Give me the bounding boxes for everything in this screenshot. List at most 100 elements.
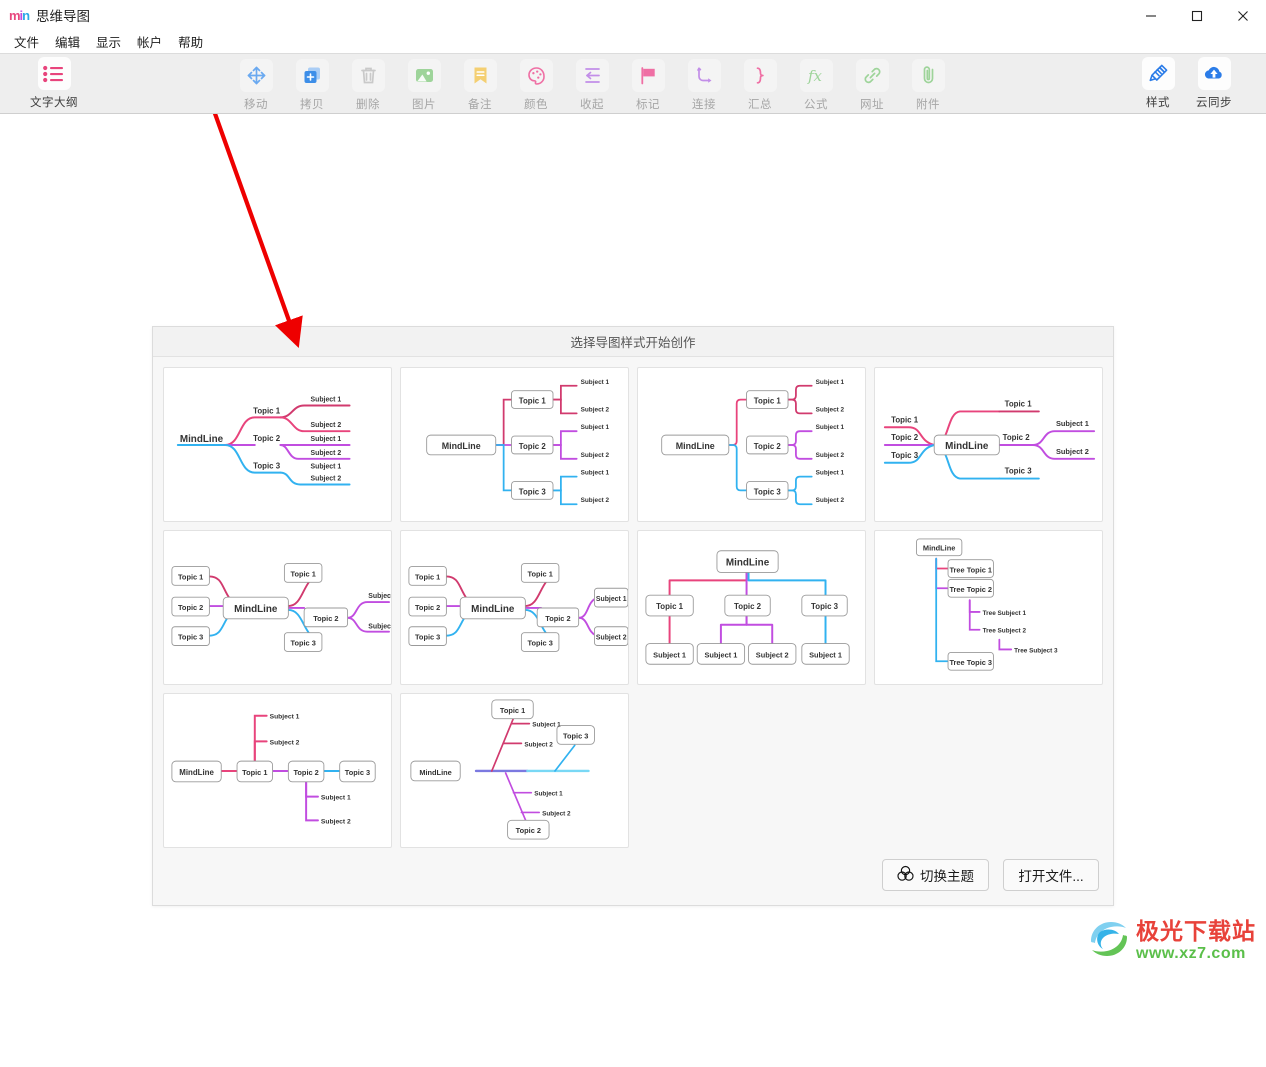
node-subject-1: Subject 1 (311, 397, 342, 404)
title-bar: min 思维导图 (0, 0, 1266, 31)
node-subject-1: Subject 1 (816, 379, 845, 386)
toolbar-label-url: 网址 (860, 99, 884, 111)
template-card-two-sided-boxed-a[interactable]: Topic 1 Topic 2 Topic 3 MindLine Topic 1… (163, 530, 392, 685)
node-subject-1: Subject 1 (581, 379, 610, 386)
node-subject-6: Subject 2 (311, 476, 342, 483)
toolbar-button-flag[interactable]: 标记 (620, 59, 676, 112)
node-subject-5: Subject 1 (311, 464, 342, 471)
toolbar-label-delete: 删除 (356, 99, 380, 111)
switch-theme-button[interactable]: 切换主题 (882, 859, 989, 891)
node-root: MindLine (676, 441, 715, 451)
window-controls (1128, 0, 1266, 31)
toolbar-label-image: 图片 (412, 99, 436, 111)
node-topic-2: Topic 2 (754, 442, 782, 451)
toolbar-button-summary[interactable]: 汇总 (732, 59, 788, 112)
node-topic-3: Topic 3 (519, 487, 547, 496)
toolbar-button-outline[interactable]: 文字大纲 (26, 57, 82, 110)
note-icon (463, 59, 497, 92)
node-left-topic-3: Topic 3 (891, 451, 919, 460)
toolbar-button-url[interactable]: 网址 (844, 59, 900, 112)
node-subject-5: Subject 1 (816, 470, 845, 477)
node-right-topic-3: Topic 3 (1005, 467, 1033, 476)
node-subject-3: Subject 1 (816, 424, 845, 431)
template-card-right-curve-free[interactable]: MindLine Topic 1 Topic 2 Topic 3 Subject… (163, 367, 392, 522)
open-file-label: 打开文件... (1018, 869, 1084, 884)
toolbar-button-note[interactable]: 备注 (452, 59, 508, 112)
node-topic-2: Tree Topic 2 (949, 585, 992, 594)
toolbar-button-formula[interactable]: fx 公式 (788, 59, 844, 112)
node-topic-1: Tree Topic 1 (949, 565, 992, 574)
toolbar-button-color[interactable]: 颜色 (508, 59, 564, 112)
toolbar-label-outline: 文字大纲 (30, 97, 78, 109)
copy-icon (295, 59, 329, 92)
toolbar-button-delete[interactable]: 删除 (340, 59, 396, 112)
node-right-topic-2: Topic 2 (545, 614, 570, 623)
menu-edit[interactable]: 编辑 (47, 30, 88, 53)
node-topic-2: Topic 2 (519, 442, 547, 451)
toolbar-button-copy[interactable]: 拷贝 (284, 59, 340, 112)
svg-text:fx: fx (807, 67, 823, 85)
template-card-two-sided-curve-free[interactable]: MindLine Topic 1 Topic 2 Topic 3 Topic 1… (874, 367, 1103, 522)
template-panel-title: 选择导图样式开始创作 (153, 327, 1113, 357)
toolbar-button-collapse[interactable]: 收起 (564, 59, 620, 112)
node-subject-4: Subject 2 (816, 452, 845, 459)
toolbar-label-move: 移动 (244, 99, 268, 111)
watermark-text: 极光下载站 www.xz7.com (1136, 919, 1256, 962)
node-left-topic-1: Topic 1 (178, 572, 203, 581)
template-card-logic-tree[interactable]: MindLine Tree Topic 1 Tree Topic 2 Tree … (874, 530, 1103, 685)
app-logo-letter-3: n (22, 7, 30, 23)
toolbar-label-formula: 公式 (804, 99, 828, 111)
template-selection-panel: 选择导图样式开始创作 MindLine Topic 1 Topic 2 Topi… (152, 326, 1114, 906)
menu-help[interactable]: 帮助 (170, 30, 211, 53)
template-panel-footer: 切换主题 打开文件... (882, 859, 1099, 891)
toolbar-button-attachment[interactable]: 附件 (900, 59, 956, 112)
minimize-button[interactable] (1128, 0, 1174, 31)
cloud-sync-icon (1197, 57, 1231, 90)
node-subject-2: Subject 2 (581, 406, 610, 413)
template-card-timeline[interactable]: MindLine Topic 1 Topic 2 Topic 3 Subject… (163, 693, 392, 848)
toolbar-button-image[interactable]: 图片 (396, 59, 452, 112)
node-subject-2: Tree Subject 2 (983, 628, 1027, 635)
node-subject-6: Subject 2 (581, 497, 610, 504)
template-grid: MindLine Topic 1 Topic 2 Topic 3 Subject… (153, 357, 1113, 848)
formula-fx-icon: fx (799, 59, 833, 92)
node-subject-1: Subject 1 (596, 596, 627, 603)
menu-account[interactable]: 帐户 (129, 30, 170, 53)
node-subject-4: Subject 2 (542, 810, 571, 817)
template-card-right-boxed-rounded[interactable]: MindLine Topic 1 Topic 2 Topic 3 Subject… (637, 367, 866, 522)
open-file-button[interactable]: 打开文件... (1003, 859, 1099, 891)
close-button[interactable] (1220, 0, 1266, 31)
toolbar-label-attachment: 附件 (916, 99, 940, 111)
toolbar-button-connect[interactable]: 连接 (676, 59, 732, 112)
node-right-topic-1: Topic 1 (290, 569, 315, 578)
template-card-right-boxed-square[interactable]: MindLine Topic 1 Topic 2 Topic 3 Subject… (400, 367, 629, 522)
toolbar-button-cloud-sync[interactable]: 云同步 (1186, 57, 1242, 110)
menu-file[interactable]: 文件 (6, 30, 47, 53)
template-card-two-sided-boxed-b[interactable]: Topic 1 Topic 2 Topic 3 MindLine Topic 1… (400, 530, 629, 685)
node-topic-2: Topic 2 (516, 826, 541, 835)
venn-circles-icon (897, 865, 914, 885)
template-card-org-chart[interactable]: MindLine Topic 1 Topic 2 Topic 3 Subject… (637, 530, 866, 685)
link-icon (855, 59, 889, 92)
node-left-topic-1: Topic 1 (415, 572, 440, 581)
node-root: MindLine (179, 768, 214, 777)
app-logo-letter-1: m (8, 7, 21, 23)
palette-icon (519, 59, 553, 92)
aurora-swoosh-logo-icon (1086, 915, 1132, 966)
node-right-topic-2: Topic 2 (313, 614, 338, 623)
node-topic-3: Tree Topic 3 (949, 658, 992, 667)
node-right-topic-3: Topic 3 (290, 638, 315, 647)
switch-theme-label: 切换主题 (920, 869, 974, 884)
toolbar-button-style[interactable]: 样式 (1130, 57, 1186, 110)
node-right-topic-1: Topic 1 (1005, 400, 1033, 409)
toolbar-button-move[interactable]: 移动 (228, 59, 284, 112)
node-subject-3: Subject 2 (756, 650, 789, 659)
node-topic-3: Topic 3 (563, 731, 588, 740)
node-subject-2: Subject 2 (596, 635, 627, 642)
node-subject-4: Subject 2 (321, 818, 351, 825)
node-subject-1: Tree Subject 1 (983, 610, 1027, 617)
template-card-fishbone[interactable]: MindLine Topic 1 Topic 2 Topic 3 Subject… (400, 693, 629, 848)
move-icon (239, 59, 273, 92)
maximize-button[interactable] (1174, 0, 1220, 31)
menu-view[interactable]: 显示 (88, 30, 129, 53)
